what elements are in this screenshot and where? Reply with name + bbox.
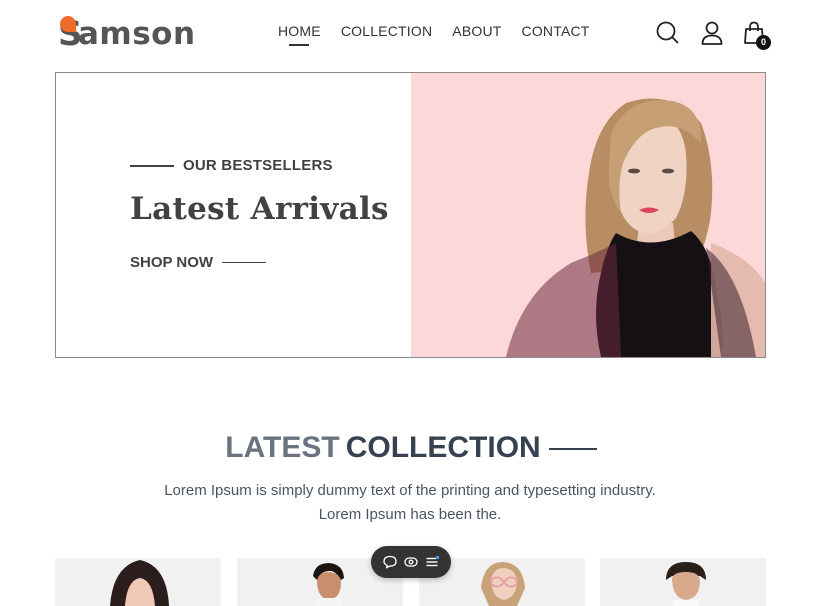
comment-icon[interactable]: [382, 554, 398, 570]
site-header: S amson HOME COLLECTION ABOUT CONTACT 0: [0, 0, 822, 72]
nav-about[interactable]: ABOUT: [452, 22, 501, 44]
cart-count-badge: 0: [756, 35, 771, 50]
shop-now-link[interactable]: SHOP NOW: [130, 254, 267, 271]
shop-now-divider: [222, 262, 267, 263]
brand-logo[interactable]: S amson: [58, 14, 198, 54]
collection-description-line1: Lorem Ipsum is simply dummy text of the …: [164, 482, 656, 499]
collection-heading: LATEST COLLECTION: [0, 430, 822, 466]
product-woman-image: [55, 558, 221, 606]
product-card[interactable]: [55, 558, 221, 606]
hero-eyebrow-text: OUR BESTSELLERS: [183, 157, 333, 174]
hero-banner: OUR BESTSELLERS Latest Arrivals SHOP NOW: [55, 72, 766, 358]
menu-icon[interactable]: [424, 554, 440, 570]
search-icon[interactable]: [655, 20, 681, 46]
hero-title: Latest Arrivals: [130, 191, 389, 227]
collection-heading-light: LATEST: [225, 431, 340, 464]
hero-text-panel: OUR BESTSELLERS Latest Arrivals SHOP NOW: [56, 73, 411, 357]
eyebrow-divider: [130, 164, 174, 167]
logo-accent-mark: [60, 16, 76, 32]
hero-eyebrow: OUR BESTSELLERS: [130, 157, 333, 174]
logo-text: amson: [78, 16, 196, 52]
collection-heading-line: [548, 448, 597, 451]
nav-contact[interactable]: CONTACT: [522, 22, 590, 44]
nav-collection[interactable]: COLLECTION: [341, 22, 432, 44]
product-card[interactable]: [600, 558, 766, 606]
hero-model-image: [506, 98, 765, 357]
floating-toolbar: [371, 546, 451, 578]
eye-icon[interactable]: [403, 554, 419, 570]
shop-now-label: SHOP NOW: [130, 254, 214, 271]
collection-heading-bold: COLLECTION: [345, 431, 541, 464]
user-icon[interactable]: [699, 20, 725, 46]
hero-image-panel: [411, 73, 765, 357]
product-boy-image: [600, 558, 766, 606]
main-nav: HOME COLLECTION ABOUT CONTACT: [278, 22, 590, 44]
nav-home[interactable]: HOME: [278, 22, 321, 44]
collection-description: Lorem Ipsum is simply dummy text of the …: [100, 479, 720, 527]
collection-description-line2: Lorem Ipsum has been the.: [318, 506, 502, 523]
